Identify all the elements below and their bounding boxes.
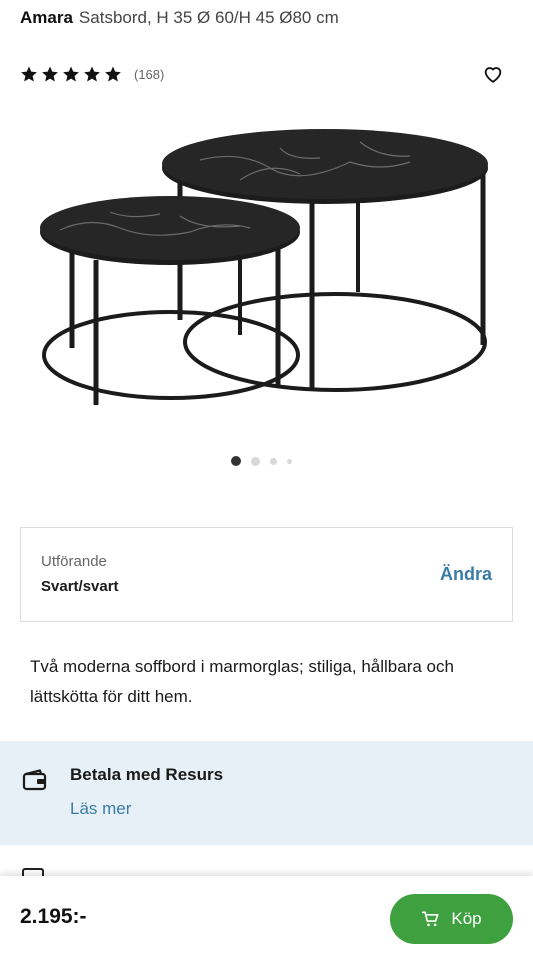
review-count: (168) [134, 66, 165, 82]
star-icon [105, 66, 121, 82]
star-icon [63, 66, 79, 82]
rating-row[interactable]: (168) [20, 64, 164, 84]
brand-name: Amara [20, 8, 73, 27]
gallery-dot[interactable] [251, 456, 260, 466]
product-description: Två moderna soffbord i marmorglas; stili… [30, 657, 454, 706]
product-subtitle: Satsbord, H 35 Ø 60/H 45 Ø80 cm [78, 8, 339, 27]
payment-banner: Betala med Resurs Läs mer [0, 741, 533, 845]
heart-icon[interactable] [482, 63, 504, 85]
gallery-dot[interactable] [231, 456, 241, 466]
gallery-dots[interactable] [231, 456, 292, 466]
variant-value: Svart/svart [41, 578, 119, 595]
buy-button[interactable]: Köp [390, 894, 513, 944]
rating-stars [20, 65, 122, 83]
star-icon [42, 66, 58, 82]
wallet-icon [22, 769, 47, 791]
read-more-link[interactable]: Läs mer [70, 799, 131, 819]
gallery-dot[interactable] [270, 457, 277, 465]
star-icon [21, 66, 37, 82]
purchase-bar: 2.195:- Köp [0, 876, 533, 960]
change-variant-link[interactable]: Ändra [440, 564, 492, 585]
product-image[interactable] [30, 120, 500, 420]
variant-label: Utförande [41, 553, 107, 570]
variant-selector[interactable]: Utförande Svart/svart Ändra [20, 527, 513, 622]
product-header: Amara Satsbord, H 35 Ø 60/H 45 Ø80 cm [20, 8, 339, 28]
star-icon [84, 66, 100, 82]
price: 2.195:- [20, 905, 87, 928]
gallery-dot[interactable] [287, 458, 292, 464]
buy-button-label: Köp [451, 909, 482, 928]
payment-title: Betala med Resurs [70, 765, 224, 784]
cart-icon [422, 911, 439, 927]
